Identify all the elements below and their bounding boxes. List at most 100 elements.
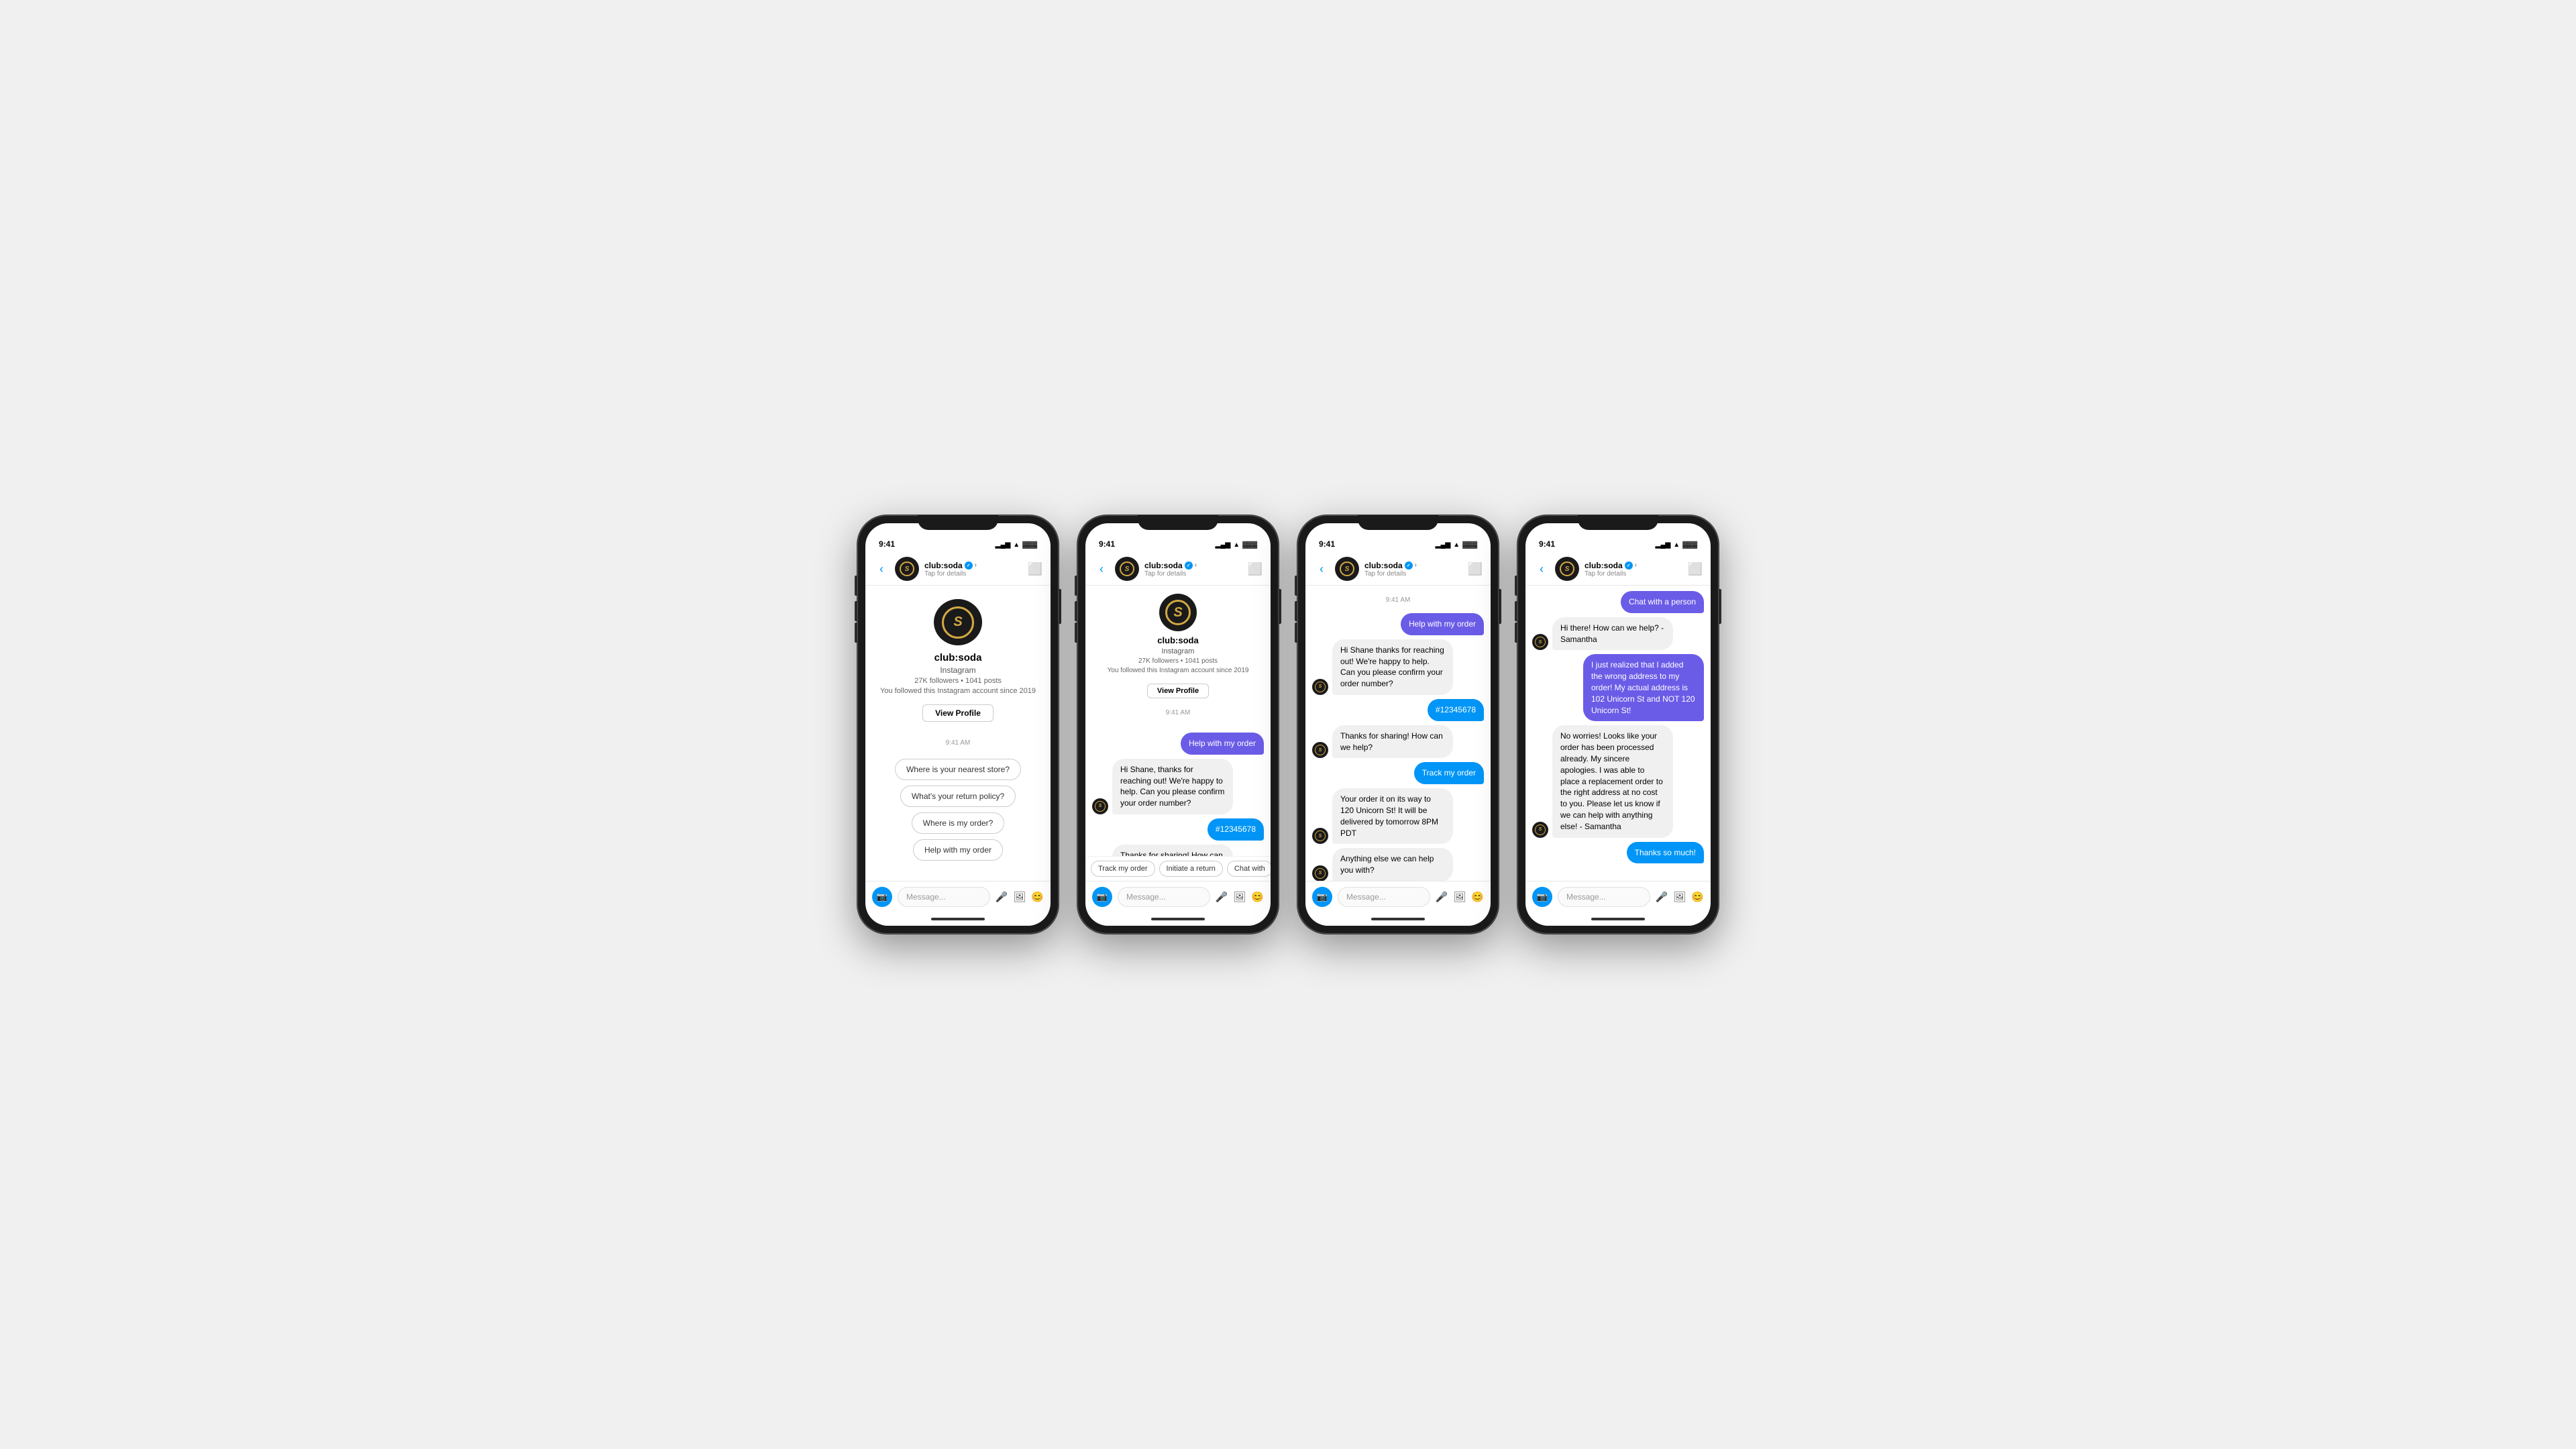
verified-badge-4: ✓: [1625, 561, 1633, 570]
emoji-icon-1[interactable]: 😊: [1031, 891, 1044, 903]
camera-button-1[interactable]: 📷: [872, 887, 892, 907]
wifi-icon-1: ▲: [1013, 541, 1020, 549]
wifi-icon-4: ▲: [1673, 541, 1680, 549]
mic-icon-3[interactable]: 🎤: [1436, 891, 1448, 903]
quick-reply-1-3[interactable]: Where is my order?: [912, 812, 1005, 834]
msg-logo-3-6: [1315, 830, 1326, 841]
message-input-2[interactable]: Message...: [1118, 887, 1210, 907]
phone-3: 9:41 ▂▄▆ ▲ ▓▓▓ ‹ club:soda: [1297, 515, 1499, 934]
mini-platform-2: Instagram: [1162, 647, 1195, 655]
mini-name-2: club:soda: [1157, 635, 1198, 645]
mic-icon-4[interactable]: 🎤: [1656, 891, 1668, 903]
msg-avatar-4-2: [1532, 634, 1548, 650]
quick-reply-1-4[interactable]: Help with my order: [913, 839, 1003, 861]
phone-1-screen: 9:41 ▂▄▆ ▲ ▓▓▓ ‹ club:soda: [865, 523, 1051, 926]
back-button-4[interactable]: ‹: [1534, 562, 1550, 576]
signal-icon-4: ▂▄▆: [1656, 541, 1670, 549]
notch-4: [1578, 515, 1658, 530]
video-icon-3[interactable]: ⬜: [1468, 562, 1483, 576]
nav-name-4: club:soda ✓ ›: [1585, 561, 1682, 570]
image-icon-1[interactable]: 🖼: [1013, 891, 1026, 903]
video-icon-4[interactable]: ⬜: [1688, 562, 1703, 576]
profile-name-1: club:soda: [934, 652, 982, 663]
msg-row-4-5: Thanks so much!: [1532, 842, 1704, 864]
back-button-1[interactable]: ‹: [873, 562, 890, 576]
nav-info-1: club:soda ✓ › Tap for details: [924, 561, 1022, 578]
msg-row-4-4: No worries! Looks like your order has be…: [1532, 725, 1704, 837]
bubble-3-2: Hi Shane thanks for reaching out! We're …: [1332, 639, 1453, 695]
emoji-icon-4[interactable]: 😊: [1691, 891, 1704, 903]
nav-bar-2: ‹ club:soda ✓ › Tap for details ⬜: [1085, 553, 1271, 586]
input-icons-3: 🎤 🖼 😊: [1436, 891, 1484, 903]
phone-1: 9:41 ▂▄▆ ▲ ▓▓▓ ‹ club:soda: [857, 515, 1059, 934]
message-input-bar-2: 📷 Message... 🎤 🖼 😊: [1085, 881, 1271, 912]
emoji-icon-2[interactable]: 😊: [1251, 891, 1264, 903]
nav-avatar-4: [1555, 557, 1579, 581]
camera-button-3[interactable]: 📷: [1312, 887, 1332, 907]
nav-sub-4: Tap for details: [1585, 570, 1682, 578]
phone-2-frame: 9:41 ▂▄▆ ▲ ▓▓▓ ‹ club:soda: [1077, 515, 1279, 934]
msg-row-3-1: Help with my order: [1312, 613, 1484, 635]
camera-button-4[interactable]: 📷: [1532, 887, 1552, 907]
back-button-3[interactable]: ‹: [1313, 562, 1330, 576]
bubble-3-4: Thanks for sharing! How can we help?: [1332, 725, 1453, 759]
msg-row-3-4: Thanks for sharing! How can we help?: [1312, 725, 1484, 759]
nav-bar-4: ‹ club:soda ✓ › Tap for details ⬜: [1525, 553, 1711, 586]
msg-row-2-1: Help with my order: [1092, 733, 1264, 755]
action-chips-row-2: Track my order Initiate a return Chat wi…: [1085, 856, 1271, 881]
message-input-bar-1: 📷 Message... 🎤 🖼 😊: [865, 881, 1051, 912]
nav-avatar-1: [895, 557, 919, 581]
msg-row-2-4: Thanks for sharing! How can we help?: [1092, 845, 1264, 856]
timestamp-1: 9:41 AM: [946, 739, 971, 747]
message-input-1[interactable]: Message...: [898, 887, 990, 907]
mic-icon-2[interactable]: 🎤: [1216, 891, 1228, 903]
msg-row-4-3: I just realized that I added the wrong a…: [1532, 654, 1704, 721]
quick-reply-1-2[interactable]: What's your return policy?: [900, 786, 1016, 807]
video-icon-2[interactable]: ⬜: [1248, 562, 1263, 576]
msg-avatar-4-4: [1532, 822, 1548, 838]
back-button-2[interactable]: ‹: [1093, 562, 1110, 576]
home-bar-1: [931, 918, 985, 920]
brand-logo-4: [1560, 561, 1574, 576]
image-icon-2[interactable]: 🖼: [1233, 891, 1246, 903]
battery-icon-2: ▓▓▓: [1242, 541, 1257, 549]
timestamp-2: 9:41 AM: [1166, 709, 1191, 716]
nav-name-1: club:soda ✓ ›: [924, 561, 1022, 570]
profile-platform-1: Instagram: [940, 665, 975, 675]
status-icons-4: ▂▄▆ ▲ ▓▓▓: [1656, 541, 1697, 549]
profile-logo-1: [942, 606, 974, 639]
phone-3-frame: 9:41 ▂▄▆ ▲ ▓▓▓ ‹ club:soda: [1297, 515, 1499, 934]
msg-logo-4-2: [1535, 637, 1546, 647]
chat-content-3: 9:41 AM Help with my order Hi Shane than…: [1305, 586, 1491, 912]
image-icon-3[interactable]: 🖼: [1453, 891, 1466, 903]
action-chip-2-1[interactable]: Track my order: [1091, 861, 1155, 877]
phone-1-frame: 9:41 ▂▄▆ ▲ ▓▓▓ ‹ club:soda: [857, 515, 1059, 934]
home-bar-4: [1591, 918, 1645, 920]
notch-1: [918, 515, 998, 530]
message-input-4[interactable]: Message...: [1558, 887, 1650, 907]
home-indicator-3: [1305, 912, 1491, 926]
mini-avatar-2: [1159, 594, 1197, 631]
action-chip-2-3[interactable]: Chat with: [1227, 861, 1271, 877]
msg-logo-3-2: [1315, 682, 1326, 692]
msg-row-4-1: Chat with a person: [1532, 591, 1704, 613]
home-bar-3: [1371, 918, 1425, 920]
view-profile-button-2[interactable]: View Profile: [1147, 684, 1209, 698]
message-input-3[interactable]: Message...: [1338, 887, 1430, 907]
action-chip-2-2[interactable]: Initiate a return: [1159, 861, 1223, 877]
msg-row-2-3: #12345678: [1092, 818, 1264, 841]
image-icon-4[interactable]: 🖼: [1673, 891, 1686, 903]
home-bar-2: [1151, 918, 1205, 920]
mic-icon-1[interactable]: 🎤: [996, 891, 1008, 903]
msg-logo-3-4: [1315, 745, 1326, 755]
wifi-icon-3: ▲: [1453, 541, 1460, 549]
view-profile-button-1[interactable]: View Profile: [922, 704, 994, 722]
status-icons-2: ▂▄▆ ▲ ▓▓▓: [1216, 541, 1257, 549]
input-icons-4: 🎤 🖼 😊: [1656, 891, 1704, 903]
camera-button-2[interactable]: 📷: [1092, 887, 1112, 907]
video-icon-1[interactable]: ⬜: [1028, 562, 1042, 576]
emoji-icon-3[interactable]: 😊: [1471, 891, 1484, 903]
quick-reply-1-1[interactable]: Where is your nearest store?: [895, 759, 1021, 780]
phone-2: 9:41 ▂▄▆ ▲ ▓▓▓ ‹ club:soda: [1077, 515, 1279, 934]
chat-content-1: club:soda Instagram 27K followers • 1041…: [865, 586, 1051, 912]
